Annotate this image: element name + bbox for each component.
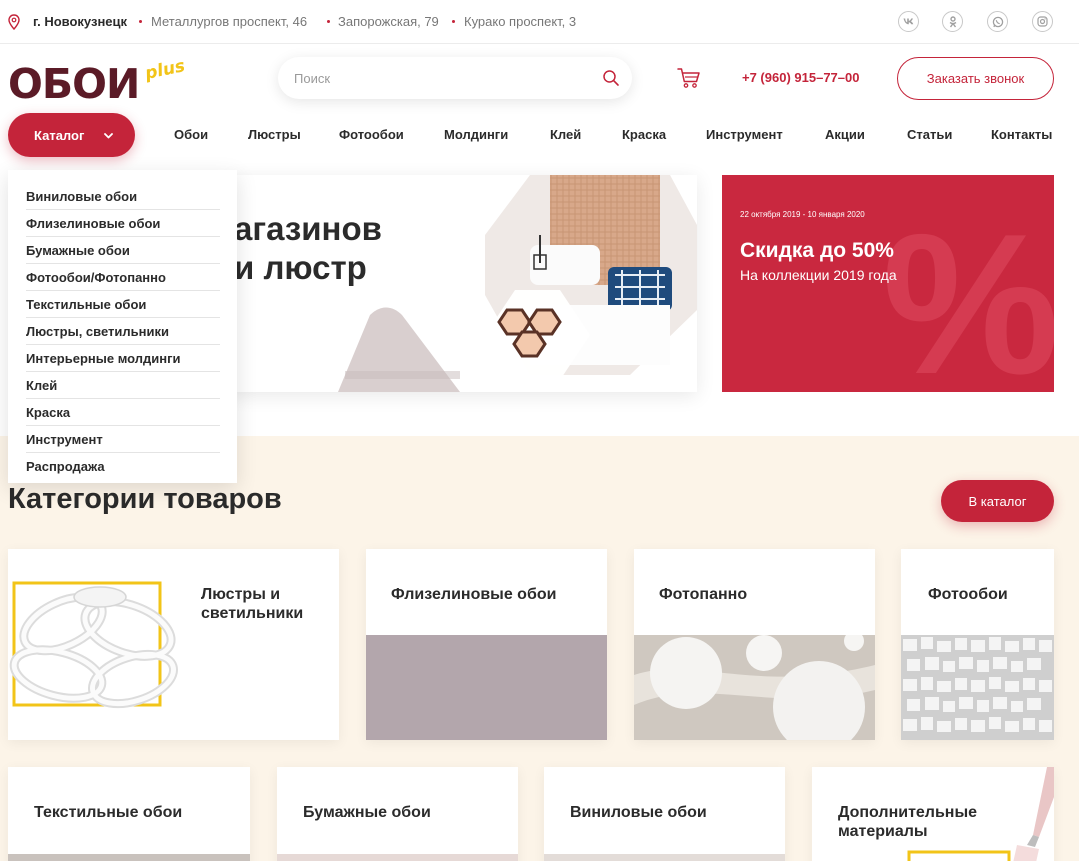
percent-watermark: % <box>882 193 1054 393</box>
hero-heading-line-1: агазинов <box>234 210 382 247</box>
dropdown-item-paper[interactable]: Бумажные обои <box>26 237 220 264</box>
category-card-fleece[interactable]: Флизелиновые обои <box>366 549 607 740</box>
category-card-title: Флизелиновые обои <box>391 586 557 603</box>
category-card-vinyl[interactable]: Виниловые обои <box>544 767 785 861</box>
nav-item-tools[interactable]: Инструмент <box>706 127 783 142</box>
category-card-paper[interactable]: Бумажные обои <box>277 767 518 861</box>
promo-subtitle: На коллекции 2019 года <box>740 267 897 283</box>
fleece-wallpaper-image <box>366 635 607 740</box>
nav-item-promotions[interactable]: Акции <box>825 127 865 142</box>
chevron-down-icon <box>104 133 113 139</box>
hero-banner[interactable]: агазинов и люстр <box>230 175 697 392</box>
separator-dot <box>452 20 455 23</box>
nav-item-paint[interactable]: Краска <box>622 127 666 142</box>
category-card-title: Люстры и светильники <box>201 586 304 622</box>
page: г. Новокузнецк Металлургов проспект, 46 … <box>0 0 1079 861</box>
chandelier-image <box>9 581 179 709</box>
nav-item-photo-wallpaper[interactable]: Фотообои <box>339 127 404 142</box>
nav-item-chandeliers[interactable]: Люстры <box>248 127 301 142</box>
vk-icon[interactable] <box>898 11 919 32</box>
dropdown-item-moldings[interactable]: Интерьерные молдинги <box>26 345 220 372</box>
whatsapp-icon[interactable] <box>987 11 1008 32</box>
dropdown-item-photo[interactable]: Фотообои/Фотопанно <box>26 264 220 291</box>
catalog-dropdown-menu: Виниловые обои Флизелиновые обои Бумажны… <box>8 170 237 483</box>
promo-title: Скидка до 50% <box>740 239 894 262</box>
nav-item-contacts[interactable]: Контакты <box>991 127 1052 142</box>
category-card-title: Текстильные обои <box>34 804 183 821</box>
instagram-icon[interactable] <box>1032 11 1053 32</box>
dropdown-item-lighting[interactable]: Люстры, светильники <box>26 318 220 345</box>
address-3[interactable]: Курако проспект, 3 <box>464 14 576 29</box>
paint-brush-image <box>907 767 1054 861</box>
search-input[interactable] <box>294 57 594 99</box>
catalog-button[interactable]: Каталог <box>8 113 135 157</box>
nav-item-articles[interactable]: Статьи <box>907 127 952 142</box>
city-label[interactable]: г. Новокузнецк <box>33 14 127 29</box>
separator-dot <box>327 20 330 23</box>
logo-wordmark: ОБОИ <box>8 60 140 108</box>
category-card-extra-materials[interactable]: Дополнительные материалы <box>812 767 1054 861</box>
promo-dates: 22 октября 2019 - 10 января 2020 <box>740 210 865 219</box>
cart-icon[interactable] <box>677 67 701 89</box>
categories-title: Категории товаров <box>8 483 282 515</box>
separator-dot <box>139 20 142 23</box>
white-cubes-image <box>901 635 1054 740</box>
go-to-catalog-button[interactable]: В каталог <box>941 480 1054 522</box>
category-card-photo-wallpaper[interactable]: Фотообои <box>901 549 1054 740</box>
order-call-button[interactable]: Заказать звонок <box>897 57 1054 100</box>
odnoklassniki-icon[interactable] <box>942 11 963 32</box>
location-pin-icon <box>8 14 20 30</box>
category-card-textile[interactable]: Текстильные обои <box>8 767 250 861</box>
dropdown-item-glue[interactable]: Клей <box>26 372 220 399</box>
category-card-title: Виниловые обои <box>570 804 707 821</box>
search-icon[interactable] <box>602 69 620 87</box>
textile-wallpaper-image <box>8 854 250 861</box>
catalog-button-label: Каталог <box>34 127 85 143</box>
category-card-title: Фотопанно <box>659 586 748 603</box>
dropdown-item-fleece[interactable]: Флизелиновые обои <box>26 210 220 237</box>
dropdown-item-vinyl[interactable]: Виниловые обои <box>26 183 220 210</box>
phone-number[interactable]: +7 (960) 915–77–00 <box>742 70 859 85</box>
promo-banner[interactable]: % 22 октября 2019 - 10 января 2020 Скидк… <box>722 175 1054 392</box>
paper-wallpaper-image <box>277 854 518 861</box>
hero-heading-line-2: и люстр <box>234 249 367 286</box>
category-card-photo-panel[interactable]: Фотопанно <box>634 549 875 740</box>
dropdown-item-sale[interactable]: Распродажа <box>26 453 220 480</box>
address-1[interactable]: Металлургов проспект, 46 <box>151 14 307 29</box>
site-logo[interactable]: ОБОИ plus <box>8 56 188 108</box>
category-card-lighting[interactable]: Люстры и светильники <box>8 549 339 740</box>
nav-item-glue[interactable]: Клей <box>550 127 581 142</box>
category-card-title: Фотообои <box>928 586 1008 603</box>
search-box <box>278 57 632 99</box>
nav-item-moldings[interactable]: Молдинги <box>444 127 508 142</box>
vinyl-wallpaper-image <box>544 854 785 861</box>
top-info-bar: г. Новокузнецк Металлургов проспект, 46 … <box>0 0 1079 44</box>
category-card-title: Бумажные обои <box>303 804 431 821</box>
dropdown-item-tools[interactable]: Инструмент <box>26 426 220 453</box>
photo-panel-spheres-image <box>634 635 875 740</box>
logo-plus-mark: plus <box>143 56 187 84</box>
nav-item-wallpaper[interactable]: Обои <box>174 127 208 142</box>
dropdown-item-textile[interactable]: Текстильные обои <box>26 291 220 318</box>
dropdown-item-paint[interactable]: Краска <box>26 399 220 426</box>
address-2[interactable]: Запорожская, 79 <box>338 14 439 29</box>
